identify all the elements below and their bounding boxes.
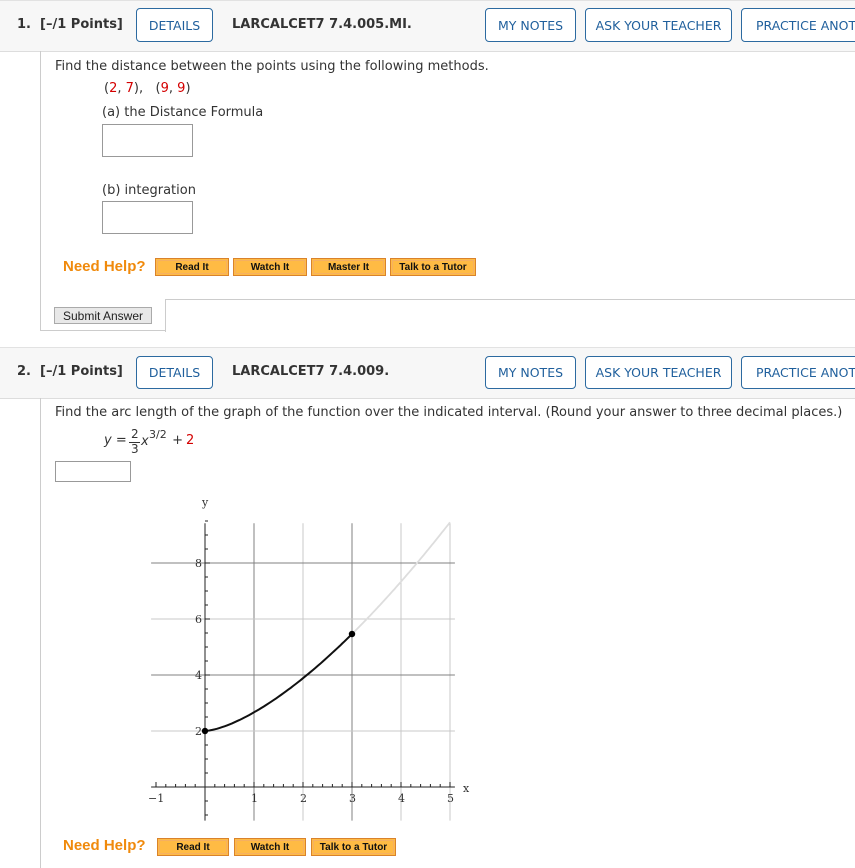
endpoint-marker [348,630,356,638]
x-axis-label: x [463,782,470,795]
ask-your-teacher-button[interactable]: ASK YOUR TEACHER [585,8,732,42]
points-given: (2, 7), (9, 9) [104,81,191,96]
question-2-code: LARCALCET7 7.4.009. [232,364,390,379]
ask-your-teacher-button[interactable]: ASK YOUR TEACHER [585,356,732,389]
practice-another-button[interactable]: PRACTICE ANOTHER [741,8,855,42]
submit-area-divider [165,299,855,332]
watch-it-button[interactable]: Watch It [234,838,306,856]
function-graph: −1 1 2 3 4 5 2 4 6 8 y x [148,496,470,821]
x-tick-label: 3 [349,792,356,805]
section-divider [40,398,41,868]
curve-interval [204,633,353,732]
x-tick-label: −1 [148,792,164,805]
x-tick-label: 1 [251,792,258,805]
part-a-label: (a) the Distance Formula [102,105,264,120]
talk-to-tutor-button[interactable]: Talk to a Tutor [390,258,476,276]
y-axis-label: y [201,496,209,509]
section-divider [40,51,41,331]
endpoint-marker [201,727,209,735]
function-equation: y = 2 3 x 3/2 + 2 [104,427,195,456]
part-b-answer-input[interactable] [102,201,193,234]
y-tick-label: 4 [195,669,202,682]
x-tick-label: 2 [300,792,307,805]
part-a-answer-input[interactable] [102,124,193,157]
question-1-code: LARCALCET7 7.4.005.MI. [232,17,412,32]
my-notes-button[interactable]: MY NOTES [485,8,576,42]
master-it-button[interactable]: Master It [311,258,386,276]
y-tick-label: 8 [195,557,202,570]
practice-another-button[interactable]: PRACTICE ANOTHER [741,356,855,389]
y-tick-label: 6 [195,613,202,626]
x-tick-label: 5 [447,792,454,805]
need-help-label: Need Help? [63,837,146,854]
section-bottom-border [40,330,166,331]
question-1-number: 1. [–/1 Points] [17,17,123,32]
x-tick-label: 4 [398,792,405,805]
details-button[interactable]: DETAILS [136,8,213,42]
need-help-label: Need Help? [63,258,146,275]
part-b-label: (b) integration [102,183,196,198]
arc-length-answer-input[interactable] [55,461,131,482]
question-2-prompt: Find the arc length of the graph of the … [55,405,843,420]
talk-to-tutor-button[interactable]: Talk to a Tutor [311,838,396,856]
question-2-number: 2. [–/1 Points] [17,364,123,379]
watch-it-button[interactable]: Watch It [233,258,307,276]
y-tick-label: 2 [195,725,202,738]
details-button[interactable]: DETAILS [136,356,213,389]
submit-answer-button[interactable]: Submit Answer [54,307,152,324]
read-it-button[interactable]: Read It [157,838,229,856]
read-it-button[interactable]: Read It [155,258,229,276]
question-1-prompt: Find the distance between the points usi… [55,59,489,74]
my-notes-button[interactable]: MY NOTES [485,356,576,389]
